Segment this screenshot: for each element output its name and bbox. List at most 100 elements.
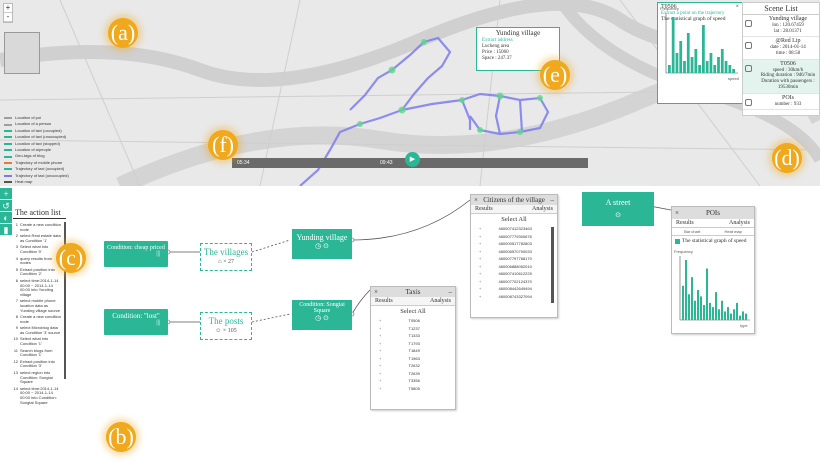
history-icon[interactable]: ↺ (0, 200, 12, 212)
street-node[interactable]: A street ⊙ (582, 192, 654, 226)
tab-results[interactable]: Results (375, 298, 393, 304)
expand-icon[interactable]: + (379, 362, 381, 370)
chart-bar (671, 17, 675, 73)
badge-b: (b) (106, 422, 136, 452)
add-icon[interactable]: + (0, 188, 12, 200)
expand-icon[interactable]: + (379, 332, 381, 340)
expand-icon[interactable]: + (479, 248, 481, 256)
table-row[interactable]: + T1963 (371, 355, 455, 363)
scene-item[interactable]: POIs number : 933 (743, 94, 819, 111)
table-row[interactable]: + T1333 (371, 332, 455, 340)
table-row[interactable]: +460007702124370 (471, 278, 557, 286)
citizens-scrollbar[interactable] (551, 227, 554, 303)
villages-label: The villages (203, 247, 249, 257)
action-item[interactable]: 6 select time:2014-1-14 00:00 ~ 2014-1-14… (13, 278, 66, 297)
minimize-icon[interactable]: – (551, 196, 555, 204)
action-item[interactable]: 11 Search blogs from Condition '1' (13, 348, 66, 358)
expand-icon[interactable]: + (479, 293, 481, 301)
expand-icon[interactable]: + (479, 233, 481, 241)
action-item[interactable]: 7 select mobile phone location data as Yu… (13, 299, 66, 313)
expand-icon[interactable]: + (379, 340, 381, 348)
expand-icon[interactable]: + (479, 240, 481, 248)
tab-analysis[interactable]: Analysis (532, 206, 553, 212)
tab-results[interactable]: Results (676, 220, 694, 226)
expand-icon[interactable]: + (379, 317, 381, 325)
action-item[interactable]: 10 Select what into Condition '1' (13, 337, 66, 346)
table-row[interactable]: + T5805 (371, 385, 455, 393)
posts-node[interactable]: The posts ☺ × 105 (200, 312, 252, 340)
songtai-label: Condition: Songtai Square (299, 302, 345, 314)
action-item[interactable]: 1 Create a new condition node (13, 222, 66, 232)
minimap[interactable] (4, 32, 40, 74)
expand-icon[interactable]: + (379, 385, 381, 393)
table-row[interactable]: +460008743327094 (471, 293, 557, 301)
close-icon[interactable]: × (374, 288, 378, 296)
table-row[interactable]: +460008442649494 (471, 285, 557, 293)
action-item[interactable]: 12 Extract position into Condition '3' (13, 359, 66, 369)
expand-icon[interactable]: + (379, 370, 381, 378)
action-item[interactable]: 14 select time:2014-1-14 00:00 ~ 2014-1-1… (13, 386, 66, 405)
play-button[interactable]: ▶ (405, 152, 420, 167)
table-row[interactable]: +460007410612229 (471, 270, 557, 278)
chart-icon[interactable]: ▮ (0, 224, 12, 236)
action-item[interactable]: 9 select Microblog data as Condition '3' … (13, 325, 66, 335)
expand-icon[interactable]: + (479, 225, 481, 233)
condition-node-cheap-priced[interactable]: Condition: cheap priced ||| (104, 241, 168, 267)
tab-results[interactable]: Results (475, 206, 493, 212)
table-row[interactable]: +460007779300676 (471, 233, 557, 241)
table-row[interactable]: + T2639 (371, 370, 455, 378)
table-row[interactable]: +460000517782803 (471, 240, 557, 248)
chart-bar (727, 307, 729, 320)
select-all-button[interactable]: Select All (471, 216, 557, 223)
action-item[interactable]: 13 select region into Condition: Songtai … (13, 370, 66, 385)
scene-item[interactable]: @Red Lip date : 2014-01-14 time : 08:58 (743, 37, 819, 60)
close-icon[interactable]: × (675, 209, 679, 217)
table-row[interactable]: + T2632 (371, 362, 455, 370)
map-view[interactable]: + - Location of poi Location of a person L… (0, 0, 820, 186)
expand-icon[interactable]: + (479, 285, 481, 293)
filter-icon[interactable]: ◐ (0, 212, 12, 224)
tab-analysis[interactable]: Analysis (430, 298, 451, 304)
expand-icon[interactable]: + (379, 325, 381, 333)
songtai-square-node[interactable]: Condition: Songtai Square ◷ ⊙ (292, 300, 352, 330)
expand-icon[interactable]: + (479, 263, 481, 271)
table-row[interactable]: + T1793 (371, 340, 455, 348)
scene-item[interactable]: T0506 speed : 30km/h Riding duration : 9d6… (743, 59, 819, 94)
expand-icon[interactable]: + (479, 270, 481, 278)
zoom-out-button[interactable]: - (4, 13, 12, 22)
select-all-button[interactable]: Select All (371, 308, 455, 315)
legend-swatch (4, 181, 12, 184)
expand-icon[interactable]: + (379, 347, 381, 355)
chart-bar (709, 302, 711, 320)
yunding-village-node[interactable]: Yunding village ◷ ⊙ (292, 229, 352, 259)
action-item[interactable]: 8 Create a new condition node (13, 314, 66, 324)
chart-bar (691, 277, 693, 320)
expand-icon[interactable]: + (379, 355, 381, 363)
villages-node[interactable]: The villages ⌂ × 27 (200, 243, 252, 271)
close-icon[interactable]: × (474, 196, 478, 204)
scene-list-panel: Scene List Yunding village lon : 120.67459… (742, 2, 820, 116)
condition-node-lost[interactable]: Condition: "lost" ||| (104, 309, 168, 335)
expand-icon[interactable]: + (379, 377, 381, 385)
expand-icon[interactable]: + (479, 255, 481, 263)
table-row[interactable]: + T3356 (371, 377, 455, 385)
tab-analysis[interactable]: Analysis (729, 220, 750, 226)
expand-icon[interactable]: + (479, 278, 481, 286)
chart-bar (694, 300, 696, 320)
table-row[interactable]: +460007797768170 (471, 255, 557, 263)
tab-heat-map[interactable]: Heat map (725, 229, 742, 234)
chart-bar (700, 296, 702, 320)
badge-a: (a) (108, 18, 138, 48)
table-row[interactable]: + T0506 (371, 317, 455, 325)
action-number: 4 (15, 255, 18, 261)
table-row[interactable]: + T1849 (371, 347, 455, 355)
table-row[interactable]: +460006888052010 (471, 263, 557, 271)
action-item[interactable]: 2 select Real estate data as Condition '1… (13, 233, 66, 243)
table-row[interactable]: + T1237 (371, 325, 455, 333)
checkbox-icon[interactable] (675, 238, 680, 244)
minimize-icon[interactable]: – (449, 288, 453, 296)
table-row[interactable]: +460006570700033 (471, 248, 557, 256)
table-row[interactable]: +460007412323463 (471, 225, 557, 233)
scene-item[interactable]: Yunding village lon : 120.67459 lat : 28.0… (743, 15, 819, 38)
tab-bar-chart[interactable]: Bar chart (684, 229, 700, 234)
